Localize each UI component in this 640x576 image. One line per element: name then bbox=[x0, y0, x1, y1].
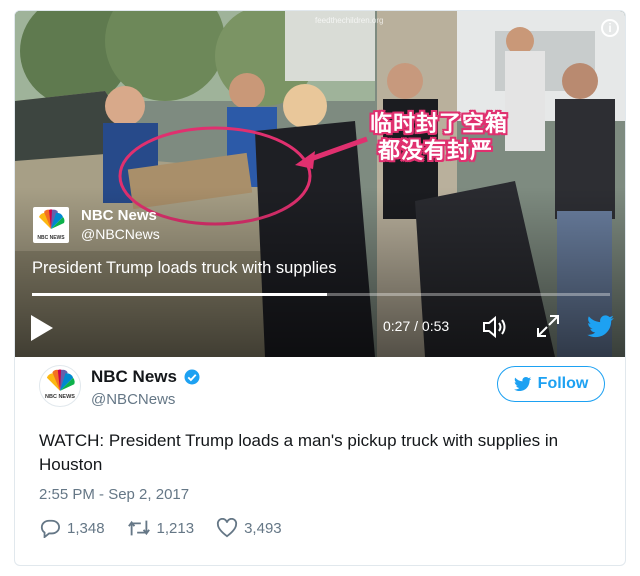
tweet-timestamp[interactable]: 2:55 PM - Sep 2, 2017 bbox=[39, 486, 189, 503]
info-icon[interactable]: i bbox=[601, 19, 619, 37]
video-time: 0:27 / 0:53 bbox=[383, 318, 450, 334]
volume-icon[interactable] bbox=[481, 315, 509, 344]
like-count: 3,493 bbox=[244, 519, 282, 537]
video-player[interactable]: feedthechildren.org i 临时封了空箱 都没有封严 NBC N… bbox=[15, 11, 625, 357]
retweet-button[interactable]: 1,213 bbox=[127, 518, 195, 538]
play-icon[interactable] bbox=[29, 313, 55, 348]
retweet-icon bbox=[127, 520, 150, 536]
account-name[interactable]: NBC News bbox=[91, 367, 201, 387]
video-account[interactable]: NBC NEWS NBC News @NBCNews bbox=[33, 207, 160, 243]
retweet-count: 1,213 bbox=[156, 519, 195, 537]
like-icon bbox=[217, 518, 238, 538]
reply-button[interactable]: 1,348 bbox=[39, 518, 105, 538]
follow-label: Follow bbox=[537, 375, 589, 392]
avatar[interactable]: NBC NEWS bbox=[39, 365, 81, 407]
watermark-text: feedthechildren.org bbox=[315, 16, 384, 25]
nbc-logo: NBC NEWS bbox=[33, 207, 69, 243]
twitter-bird-icon[interactable] bbox=[587, 315, 615, 344]
tweet-card: feedthechildren.org i 临时封了空箱 都没有封严 NBC N… bbox=[14, 10, 626, 566]
avatar-logo-text: NBC NEWS bbox=[45, 394, 75, 400]
annotation-line-1: 临时封了空箱 bbox=[370, 112, 509, 137]
tweet-text: WATCH: President Trump loads a man's pic… bbox=[39, 431, 559, 474]
tweet-actions: 1,348 1,213 3,493 bbox=[39, 518, 304, 538]
video-title: President Trump loads truck with supplie… bbox=[32, 259, 337, 277]
video-account-handle: @NBCNews bbox=[81, 226, 160, 242]
progress-fill bbox=[32, 293, 327, 296]
expand-icon[interactable] bbox=[535, 313, 561, 344]
video-account-name: NBC News bbox=[81, 207, 157, 224]
follow-button[interactable]: Follow bbox=[497, 366, 605, 402]
reply-icon bbox=[40, 519, 60, 538]
like-button[interactable]: 3,493 bbox=[216, 518, 282, 538]
account-handle[interactable]: @NBCNews bbox=[91, 391, 175, 408]
account-name-text: NBC News bbox=[91, 367, 177, 386]
progress-bar[interactable] bbox=[32, 293, 610, 296]
logo-text: NBC NEWS bbox=[37, 235, 65, 241]
twitter-bird-icon bbox=[513, 376, 531, 391]
verified-icon bbox=[184, 369, 200, 385]
annotation-line-2: 都没有封严 bbox=[378, 139, 494, 164]
annotation-text: 临时封了空箱 都没有封严 bbox=[370, 111, 540, 165]
reply-count: 1,348 bbox=[67, 519, 105, 537]
